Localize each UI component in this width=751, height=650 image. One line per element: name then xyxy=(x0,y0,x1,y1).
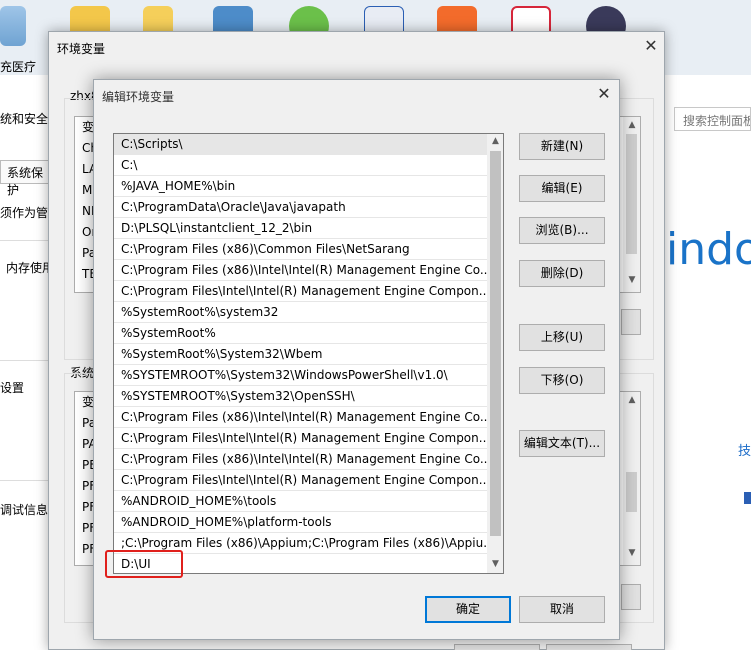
path-entry[interactable]: C:\Program Files (x86)\Common Files\NetS… xyxy=(114,239,487,260)
sidebar-item: 须作为管 xyxy=(0,206,49,220)
move-down-button[interactable]: 下移(O) xyxy=(519,367,605,394)
env-cancel-button[interactable] xyxy=(546,644,632,650)
path-entry[interactable]: C:\Program Files (x86)\Intel\Intel(R) Ma… xyxy=(114,449,487,470)
system-delete-button[interactable] xyxy=(621,584,641,610)
scrollbar[interactable]: ▲ ▼ xyxy=(623,117,640,292)
chevron-down-icon[interactable]: ▼ xyxy=(625,548,639,558)
chevron-up-icon[interactable]: ▲ xyxy=(487,136,503,146)
scroll-thumb[interactable] xyxy=(626,472,637,512)
shield-icon xyxy=(744,492,751,504)
browse-button[interactable]: 浏览(B)... xyxy=(519,217,605,244)
window-title: 环境变量 xyxy=(57,42,106,56)
path-entry[interactable]: C:\ xyxy=(114,155,487,176)
path-entry[interactable]: C:\Program Files (x86)\Intel\Intel(R) Ma… xyxy=(114,260,487,281)
user-delete-button[interactable] xyxy=(621,309,641,335)
path-list[interactable]: C:\Scripts\ C:\ %JAVA_HOME%\bin C:\ProgramD… xyxy=(113,133,504,574)
path-entry[interactable]: C:\Program Files\Intel\Intel(R) Manageme… xyxy=(114,281,487,302)
link[interactable]: 技 xyxy=(738,440,751,459)
path-entry[interactable]: C:\Program Files (x86)\Intel\Intel(R) Ma… xyxy=(114,407,487,428)
annotation-highlight xyxy=(105,550,183,578)
path-entry[interactable]: %SystemRoot% xyxy=(114,323,487,344)
path-entry[interactable]: %ANDROID_HOME%\tools xyxy=(114,491,487,512)
path-entry[interactable]: %SYSTEMROOT%\System32\OpenSSH\ xyxy=(114,386,487,407)
path-entry[interactable]: %SystemRoot%\system32 xyxy=(114,302,487,323)
divider xyxy=(0,240,50,241)
folder-icon[interactable] xyxy=(0,6,26,46)
edit-button[interactable]: 编辑(E) xyxy=(519,175,605,202)
path-entry[interactable]: C:\Program Files\Intel\Intel(R) Manageme… xyxy=(114,470,487,491)
divider xyxy=(0,480,50,481)
ok-button[interactable]: 确定 xyxy=(425,596,511,623)
desktop-label: 充医疗 xyxy=(0,60,37,74)
delete-button[interactable]: 删除(D) xyxy=(519,260,605,287)
path-entry[interactable]: C:\ProgramData\Oracle\Java\javapath xyxy=(114,197,487,218)
sidebar-item: 内存使用 xyxy=(6,261,55,275)
close-icon[interactable]: ✕ xyxy=(641,37,661,57)
new-button[interactable]: 新建(N) xyxy=(519,133,605,160)
chevron-up-icon[interactable]: ▲ xyxy=(625,395,639,405)
dialog-title: 编辑环境变量 xyxy=(102,90,175,104)
path-entry[interactable]: D:\PLSQL\instantclient_12_2\bin xyxy=(114,218,487,239)
sidebar-item[interactable]: 调试信息 xyxy=(0,501,48,518)
divider xyxy=(0,360,50,361)
scroll-thumb[interactable] xyxy=(490,151,501,536)
env-ok-button[interactable] xyxy=(454,644,540,650)
path-entry[interactable]: C:\Program Files\Intel\Intel(R) Manageme… xyxy=(114,428,487,449)
close-icon[interactable]: ✕ xyxy=(594,85,614,105)
search-input[interactable]: 搜索控制面板 xyxy=(674,107,751,131)
scroll-thumb[interactable] xyxy=(626,134,637,254)
sidebar-item[interactable]: 统和安全 xyxy=(0,110,48,127)
sidebar-item[interactable]: 设置 xyxy=(0,379,24,396)
move-up-button[interactable]: 上移(U) xyxy=(519,324,605,351)
path-entry[interactable]: %ANDROID_HOME%\platform-tools xyxy=(114,512,487,533)
path-entry[interactable]: %JAVA_HOME%\bin xyxy=(114,176,487,197)
path-entry[interactable]: C:\Scripts\ xyxy=(114,134,487,155)
scrollbar[interactable]: ▲ ▼ xyxy=(487,134,503,573)
edit-text-button[interactable]: 编辑文本(T)... xyxy=(519,430,605,457)
chevron-down-icon[interactable]: ▼ xyxy=(487,559,503,569)
tab-system-protection[interactable]: 系统保护 xyxy=(0,160,52,197)
chevron-down-icon[interactable]: ▼ xyxy=(625,275,639,285)
path-entry[interactable]: %SystemRoot%\System32\Wbem xyxy=(114,344,487,365)
path-entry[interactable]: %SYSTEMROOT%\System32\WindowsPowerShell\… xyxy=(114,365,487,386)
windows-logo-text: indo xyxy=(666,224,751,275)
scrollbar[interactable]: ▲ ▼ xyxy=(623,392,640,565)
chevron-up-icon[interactable]: ▲ xyxy=(625,120,639,130)
cancel-button[interactable]: 取消 xyxy=(519,596,605,623)
